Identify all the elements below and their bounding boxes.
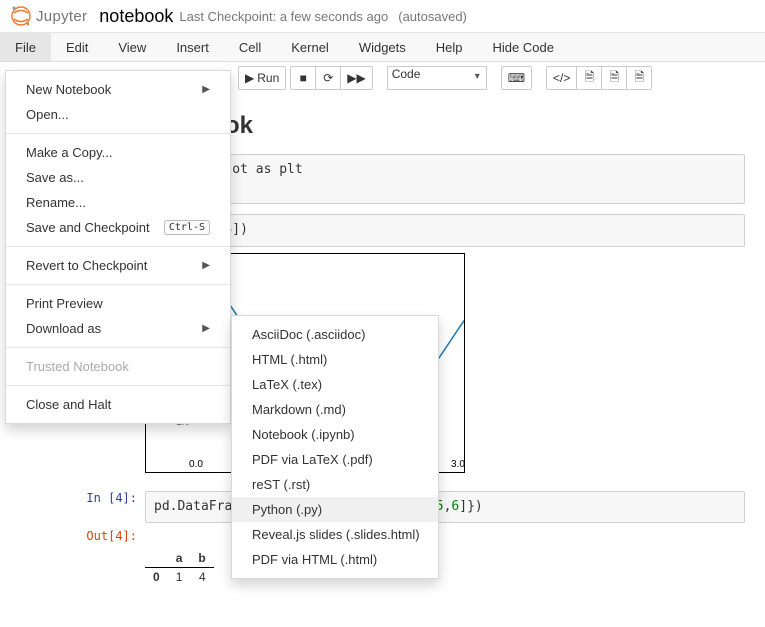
keyboard-icon: ⌨: [508, 71, 525, 85]
code-box-2[interactable]: t([4,2,1,3]): [145, 214, 745, 246]
header: Jupyter notebook Last Checkpoint: a few …: [0, 0, 765, 32]
table-row: 014: [145, 567, 214, 586]
run-button[interactable]: ▶ Run: [238, 66, 286, 90]
menu-file[interactable]: File: [0, 33, 51, 61]
code-icon: </>: [553, 71, 570, 85]
menu-edit[interactable]: Edit: [51, 33, 103, 61]
code-button[interactable]: </>: [546, 66, 577, 90]
separator: [6, 284, 230, 285]
run-label: Run: [257, 71, 279, 85]
restart-run-all-button[interactable]: ▶▶: [340, 66, 372, 90]
menu-save-as[interactable]: Save as...: [6, 165, 230, 190]
xtick: 0.0: [189, 459, 203, 470]
menu-cell[interactable]: Cell: [224, 33, 276, 61]
download-markdown[interactable]: Markdown (.md): [232, 397, 438, 422]
markdown-title[interactable]: notebook: [145, 112, 745, 140]
doc-icon: 🗎: [610, 68, 620, 89]
label: Save and Checkpoint: [26, 220, 150, 235]
dataframe-table: ab 014: [145, 549, 214, 586]
jupyter-logo[interactable]: Jupyter: [10, 5, 87, 27]
menu-hide-code[interactable]: Hide Code: [478, 33, 569, 61]
menu-new-notebook[interactable]: New Notebook ▶: [6, 77, 230, 102]
interrupt-button[interactable]: ■: [290, 66, 316, 90]
label: New Notebook: [26, 82, 111, 97]
label: Print Preview: [26, 296, 103, 311]
menu-insert[interactable]: Insert: [161, 33, 224, 61]
col-a: a: [168, 549, 191, 568]
menu-make-copy[interactable]: Make a Copy...: [6, 140, 230, 165]
fast-forward-icon: ▶▶: [347, 71, 365, 85]
separator: [6, 133, 230, 134]
label: Download as: [26, 321, 101, 336]
download-python[interactable]: Python (.py): [232, 497, 438, 522]
shortcut: Ctrl-S: [164, 220, 210, 235]
toolbar: ▶ Run ■ ⟳ ▶▶ Code ⌨ </> 🗎 🗎 🗎: [232, 62, 765, 94]
jupyter-logo-text: Jupyter: [36, 8, 87, 25]
download-revealjs[interactable]: Reveal.js slides (.slides.html): [232, 522, 438, 547]
col-b: b: [190, 549, 213, 568]
file-menu-dropdown: New Notebook ▶ Open... Make a Copy... Sav…: [5, 70, 231, 424]
cell-a: 1: [168, 567, 191, 586]
restart-icon: ⟳: [323, 71, 333, 85]
notebook-name[interactable]: notebook: [99, 6, 173, 27]
download-html[interactable]: HTML (.html): [232, 347, 438, 372]
download-pdf-latex[interactable]: PDF via LaTeX (.pdf): [232, 447, 438, 472]
label: Trusted Notebook: [26, 359, 129, 374]
label: Close and Halt: [26, 397, 111, 412]
cell-b: 4: [190, 567, 213, 586]
row-idx: 0: [145, 567, 168, 586]
separator: [6, 347, 230, 348]
code-box-1[interactable]: otlib.pyplot as plt das as pd: [145, 154, 745, 204]
menu-kernel[interactable]: Kernel: [276, 33, 344, 61]
doc3-button[interactable]: 🗎: [626, 66, 652, 90]
doc-icon: 🗎: [635, 68, 645, 89]
checkpoint-text: Last Checkpoint: a few seconds ago: [179, 9, 388, 24]
xtick: 3.0: [451, 459, 465, 470]
doc2-button[interactable]: 🗎: [601, 66, 627, 90]
download-rst[interactable]: reST (.rst): [232, 472, 438, 497]
menu-print-preview[interactable]: Print Preview: [6, 291, 230, 316]
prompt-out-4: Out[4]:: [55, 529, 145, 543]
code2-suffix: ]): [232, 222, 248, 237]
menu-save-checkpoint[interactable]: Save and Checkpoint Ctrl-S: [6, 215, 230, 240]
doc-icon: 🗎: [585, 68, 595, 89]
label: Save as...: [26, 170, 84, 185]
menu-open[interactable]: Open...: [6, 102, 230, 127]
chevron-right-icon: ▶: [202, 84, 210, 95]
label: Make a Copy...: [26, 145, 112, 160]
label: Rename...: [26, 195, 86, 210]
code4-prefix: pd.DataFram: [154, 499, 240, 514]
download-latex[interactable]: LaTeX (.tex): [232, 372, 438, 397]
download-as-submenu: AsciiDoc (.asciidoc) HTML (.html) LaTeX …: [231, 315, 439, 579]
cell-type-select[interactable]: Code: [387, 66, 487, 90]
menu-revert[interactable]: Revert to Checkpoint ▶: [6, 253, 230, 278]
menu-download-as[interactable]: Download as ▶: [6, 316, 230, 341]
menu-view[interactable]: View: [103, 33, 161, 61]
menu-trusted: Trusted Notebook: [6, 354, 230, 379]
play-icon: ▶: [245, 71, 254, 85]
menu-widgets[interactable]: Widgets: [344, 33, 421, 61]
stop-icon: ■: [300, 71, 307, 85]
menu-help[interactable]: Help: [421, 33, 478, 61]
label: Revert to Checkpoint: [26, 258, 147, 273]
download-asciidoc[interactable]: AsciiDoc (.asciidoc): [232, 322, 438, 347]
download-notebook[interactable]: Notebook (.ipynb): [232, 422, 438, 447]
chevron-right-icon: ▶: [202, 260, 210, 271]
menu-rename[interactable]: Rename...: [6, 190, 230, 215]
jupyter-icon: [10, 5, 32, 27]
doc1-button[interactable]: 🗎: [576, 66, 602, 90]
cell-type-label: Code: [392, 67, 421, 81]
autosave-text: (autosaved): [398, 9, 467, 24]
menubar: File Edit View Insert Cell Kernel Widget…: [0, 32, 765, 62]
restart-button[interactable]: ⟳: [315, 66, 341, 90]
separator: [6, 246, 230, 247]
prompt-in-4: In [4]:: [55, 491, 145, 523]
chevron-right-icon: ▶: [202, 323, 210, 334]
menu-close-halt[interactable]: Close and Halt: [6, 392, 230, 417]
command-palette-button[interactable]: ⌨: [501, 66, 532, 90]
download-pdf-html[interactable]: PDF via HTML (.html): [232, 547, 438, 572]
separator: [6, 385, 230, 386]
label: Open...: [26, 107, 69, 122]
